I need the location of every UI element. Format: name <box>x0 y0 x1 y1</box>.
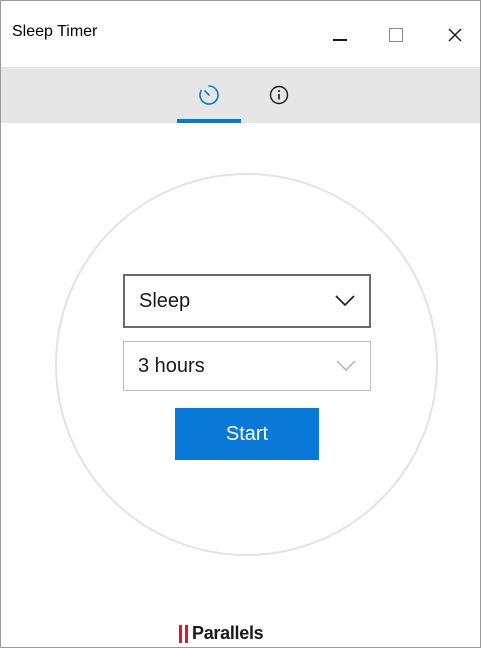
chevron-down-icon <box>335 295 355 307</box>
chevron-down-icon <box>336 360 356 372</box>
action-dropdown-value: Sleep <box>139 289 191 312</box>
close-icon <box>448 28 462 42</box>
selected-tab-indicator <box>177 119 241 123</box>
minimize-icon <box>333 39 347 41</box>
title-bar[interactable]: Sleep Timer <box>1 1 480 67</box>
maximize-icon <box>389 28 403 42</box>
start-button[interactable]: Start <box>175 408 319 460</box>
window-title: Sleep Timer <box>12 23 98 40</box>
parallels-logo-text: Parallels <box>192 623 264 643</box>
tab-bar <box>1 67 480 123</box>
minimize-button[interactable] <box>318 15 362 55</box>
parallels-logo: Parallels <box>179 623 264 644</box>
close-button[interactable] <box>433 15 477 55</box>
duration-dropdown[interactable]: 3 hours <box>123 341 371 391</box>
info-icon <box>269 85 289 105</box>
timer-icon <box>199 85 219 105</box>
action-dropdown[interactable]: Sleep <box>123 274 371 328</box>
tab-timer[interactable] <box>177 67 241 123</box>
parallels-logo-icon <box>179 624 188 643</box>
duration-dropdown-value: 3 hours <box>138 354 205 377</box>
sleep-timer-window: Sleep Timer Sleep 3 hours Start Parallel… <box>0 0 481 648</box>
maximize-button[interactable] <box>374 15 418 55</box>
tab-info[interactable] <box>247 67 311 123</box>
